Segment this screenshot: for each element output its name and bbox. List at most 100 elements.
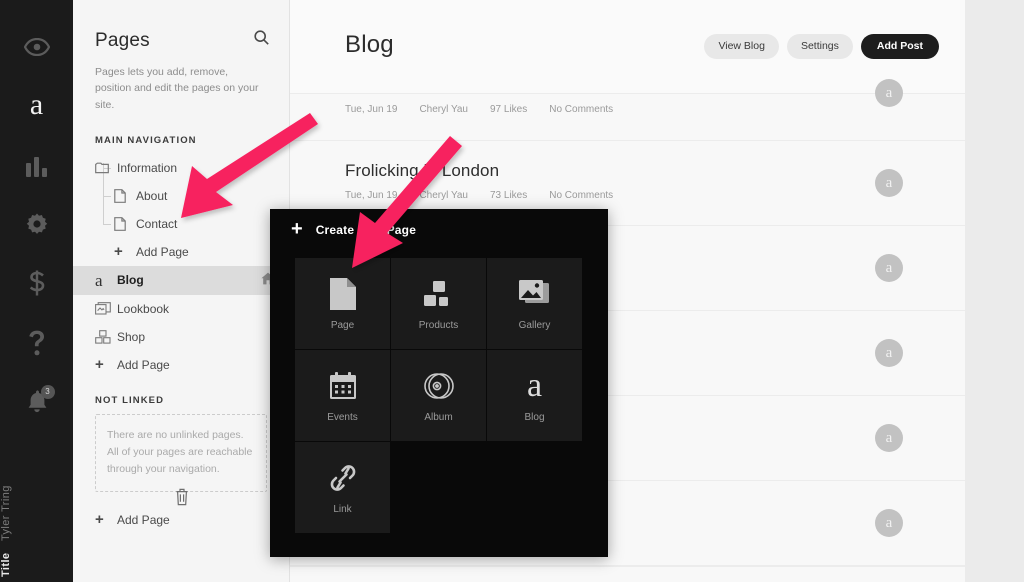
post-author: Cheryl Yau [419, 104, 468, 115]
help-question-icon[interactable] [0, 324, 73, 362]
site-logo-glyph: a [30, 90, 43, 120]
lookbook-icon [95, 302, 117, 315]
blog-post-row[interactable]: Tue, Jun 19 Cheryl Yau 97 Likes No Comme… [290, 93, 965, 141]
row-divider [290, 566, 965, 567]
avatar: a [875, 424, 903, 452]
tile-label: Gallery [519, 320, 551, 331]
add-post-button[interactable]: Add Post [861, 34, 939, 59]
sidebar-item-information[interactable]: Information [73, 154, 289, 182]
link-chain-icon [328, 461, 358, 495]
plus-glyph: + [95, 357, 104, 372]
tile-label: Album [424, 412, 452, 423]
pages-panel: Pages Pages lets you add, remove, positi… [73, 0, 290, 582]
tile-label: Link [333, 504, 351, 515]
sidebar-item-label: Add Page [117, 358, 170, 372]
site-title-vertical[interactable]: Title [0, 548, 73, 582]
tile-gallery[interactable]: Gallery [487, 258, 582, 349]
products-blocks-icon [424, 277, 454, 311]
blog-a-icon: a [95, 272, 117, 289]
sidebar-item-label: Contact [136, 217, 177, 231]
modal-header: + Create New Page [291, 221, 416, 239]
page-title: Pages [95, 30, 267, 52]
site-logo-a[interactable]: a [0, 86, 73, 124]
tile-empty-slot [487, 442, 582, 533]
sidebar-item-blog[interactable]: a Blog [73, 266, 289, 295]
plus-icon: + [114, 244, 136, 259]
sidebar-item-label: About [136, 189, 167, 203]
tile-album[interactable]: Album [391, 350, 486, 441]
bell-wrapper: 3 [24, 388, 50, 414]
shop-icon [95, 330, 117, 344]
post-comments: No Comments [549, 190, 613, 201]
sidebar-item-shop[interactable]: Shop [73, 323, 289, 351]
events-calendar-icon [329, 369, 357, 403]
sidebar-add-page-main[interactable]: + Add Page [73, 351, 289, 379]
trash-icon[interactable] [73, 488, 290, 506]
plus-icon: + [95, 512, 117, 527]
avatar: a [875, 79, 903, 107]
sidebar-item-contact[interactable]: Contact [73, 210, 289, 238]
tile-events[interactable]: Events [295, 350, 390, 441]
topbar-buttons: View Blog Settings Add Post [704, 34, 939, 59]
content-topbar: Blog View Blog Settings Add Post [290, 0, 965, 94]
settings-gear-icon[interactable] [0, 205, 73, 243]
post-comments: No Comments [549, 104, 613, 115]
sidebar-item-lookbook[interactable]: Lookbook [73, 295, 289, 323]
post-likes: 73 Likes [490, 190, 527, 201]
post-author: Cheryl Yau [419, 190, 468, 201]
sidebar-item-label: Information [117, 161, 177, 175]
sidebar-item-label: Blog [117, 273, 144, 287]
folder-icon [95, 162, 117, 174]
post-title: Frolicking in London [345, 161, 499, 181]
plus-glyph: + [95, 512, 104, 527]
plus-glyph: + [114, 244, 123, 259]
sidebar-item-label: Lookbook [117, 302, 169, 316]
page-icon [114, 217, 136, 231]
view-blog-button[interactable]: View Blog [704, 34, 779, 59]
search-icon[interactable] [254, 30, 269, 50]
post-date: Tue, Jun 19 [345, 104, 397, 115]
plus-icon: + [95, 357, 117, 372]
plus-icon: + [291, 219, 303, 239]
notifications-bell-icon[interactable]: 3 [0, 382, 73, 420]
left-icon-rail: a [0, 0, 73, 582]
post-likes: 97 Likes [490, 104, 527, 115]
not-linked-label: NOT LINKED [95, 395, 289, 406]
post-date: Tue, Jun 19 [345, 190, 397, 201]
app-root: a [0, 0, 1024, 582]
avatar: a [875, 339, 903, 367]
sidebar-add-page-notlinked[interactable]: + Add Page [73, 506, 289, 534]
blog-a-glyph: a [95, 272, 103, 289]
post-meta: Tue, Jun 19 Cheryl Yau 97 Likes No Comme… [345, 104, 613, 115]
account-name-vertical[interactable]: Tyler Tring [0, 478, 73, 548]
tile-label: Page [331, 320, 354, 331]
album-disc-icon [424, 369, 454, 403]
main-navigation-label: MAIN NAVIGATION [95, 135, 289, 146]
sidebar-item-about[interactable]: About [73, 182, 289, 210]
gallery-image-icon [519, 277, 551, 311]
tile-page[interactable]: Page [295, 258, 390, 349]
preview-eye-icon[interactable] [0, 28, 73, 66]
sidebar-item-label: Add Page [136, 245, 189, 259]
notification-badge: 3 [41, 385, 55, 399]
tile-link[interactable]: Link [295, 442, 390, 533]
page-document-icon [330, 277, 356, 311]
page-type-tile-grid: Page Products Gallery [295, 258, 585, 533]
not-linked-empty-text: There are no unlinked pages. All of your… [107, 429, 252, 476]
avatar: a [875, 509, 903, 537]
sidebar-item-label: Shop [117, 330, 145, 344]
sidebar-add-page-nested[interactable]: + Add Page [73, 238, 289, 266]
content-page-title: Blog [345, 31, 394, 59]
tile-products[interactable]: Products [391, 258, 486, 349]
blog-a-icon: a [527, 369, 542, 403]
avatar: a [875, 254, 903, 282]
post-meta: Tue, Jun 19 Cheryl Yau 73 Likes No Comme… [345, 190, 613, 201]
sidebar-item-label: Add Page [117, 513, 170, 527]
tile-blog[interactable]: a Blog [487, 350, 582, 441]
settings-button[interactable]: Settings [787, 34, 853, 59]
commerce-dollar-icon[interactable] [0, 264, 73, 302]
pages-panel-description: Pages lets you add, remove, position and… [95, 64, 260, 113]
tile-label: Events [327, 412, 358, 423]
modal-title: Create New Page [316, 223, 416, 237]
stats-bar-chart-icon[interactable] [0, 148, 73, 186]
